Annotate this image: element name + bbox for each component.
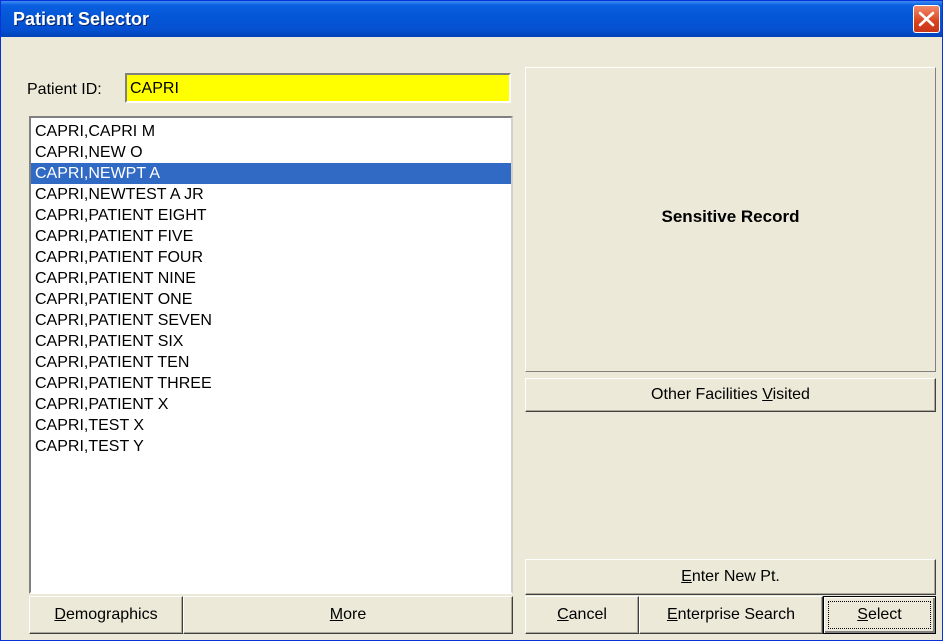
patient-list-item[interactable]: CAPRI,PATIENT ONE [31,289,511,310]
enter-new-patient-button[interactable]: Enter New Pt. [525,559,936,595]
patient-list-item[interactable]: CAPRI,NEWTEST A JR [31,184,511,205]
demographics-label-accel: D [54,606,66,623]
patient-list[interactable]: CAPRI,CAPRI M CAPRI,NEW O CAPRI,NEWPT A CAP… [29,116,513,594]
patient-list-item[interactable]: CAPRI,PATIENT EIGHT [31,205,511,226]
more-label-post: ore [343,606,367,623]
patient-list-item[interactable]: CAPRI,PATIENT FIVE [31,226,511,247]
patient-list-item[interactable]: CAPRI,PATIENT THREE [31,373,511,394]
other-facilities-label-post: isited [772,386,810,403]
other-facilities-label-accel: V [762,386,773,403]
window-title: Patient Selector [13,9,150,29]
cancel-button[interactable]: Cancel [525,596,639,634]
close-icon [918,11,935,27]
enterprise-search-label-post: nterprise Search [677,606,796,623]
patient-list-item[interactable]: CAPRI,PATIENT TEN [31,352,511,373]
select-button[interactable]: Select [823,596,936,634]
enterprise-search-label-accel: E [666,606,678,623]
enterprise-search-button[interactable]: Enterprise Search [639,596,823,634]
cancel-label-accel: C [557,606,569,623]
patient-list-item[interactable]: CAPRI,PATIENT SIX [31,331,511,352]
sensitive-record-label: Sensitive Record [661,207,800,226]
patient-list-item[interactable]: CAPRI,PATIENT FOUR [31,247,511,268]
patient-id-label: Patient ID: [27,81,102,98]
patient-list-item[interactable]: CAPRI,PATIENT SEVEN [31,310,511,331]
patient-selector-window: Patient Selector Patient ID: CAPRI,CAPRI… [0,0,943,641]
demographics-button[interactable]: Demographics [29,596,183,634]
cancel-label-post: ancel [568,606,607,623]
patient-list-item[interactable]: CAPRI,NEW O [31,142,511,163]
close-button[interactable] [913,5,940,33]
patient-list-item[interactable]: CAPRI,TEST X [31,415,511,436]
patient-list-item[interactable]: CAPRI,TEST Y [31,436,511,457]
patient-list-item[interactable]: CAPRI,CAPRI M [31,121,511,142]
sensitive-record-panel: Sensitive Record [525,67,936,372]
patient-list-item[interactable]: CAPRI,PATIENT X [31,394,511,415]
patient-id-input[interactable] [125,73,511,103]
more-button[interactable]: More [183,596,513,634]
more-label-accel: M [329,606,344,623]
other-facilities-label-pre: Other Facilities [651,386,763,403]
select-label-post: elect [867,606,902,623]
patient-list-item[interactable]: CAPRI,NEWPT A [31,163,511,184]
enter-new-label-post: nter New Pt. [691,568,780,585]
patient-list-item[interactable]: CAPRI,PATIENT NINE [31,268,511,289]
demographics-label-post: emographics [65,606,158,623]
title-bar[interactable]: Patient Selector [1,1,942,37]
other-facilities-visited-button[interactable]: Other Facilities Visited [525,378,936,412]
select-label-accel: S [857,606,868,623]
enter-new-label-accel: E [681,568,692,585]
